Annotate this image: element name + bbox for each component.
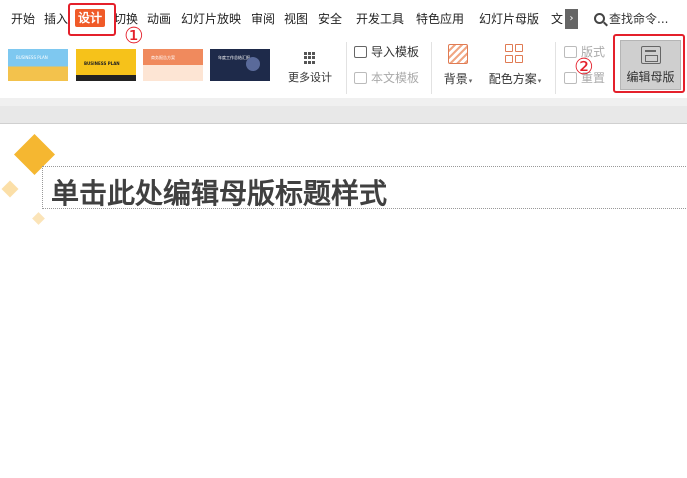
color-scheme-label: 配色方案 [488,72,537,86]
tab-security[interactable]: 安全 [318,11,342,27]
background-icon [448,44,468,64]
thumbnail-band [76,75,136,81]
tab-review[interactable]: 审阅 [251,11,275,27]
ribbon-divider [346,42,347,94]
import-template-button[interactable]: 导入模板 [354,44,419,60]
color-scheme-button[interactable]: 配色方案▾ [485,44,545,87]
tab-slide-master[interactable]: 幻灯片母版 [479,11,539,27]
highlight-edit-master [613,34,685,93]
design-thumbnail-4[interactable]: 年度工作总结汇报 [210,49,270,81]
title-placeholder-text[interactable]: 单击此处编辑母版标题样式 [51,176,387,212]
color-scheme-icon [505,44,525,64]
ribbon-divider [555,42,556,94]
ribbon-divider [431,42,432,94]
thumbnail-label: 商务报告方案 [151,55,175,60]
dropdown-caret-icon: ▾ [537,77,542,85]
step-2-marker: ② [574,55,594,80]
this-template-label: 本文模板 [371,71,420,85]
search-icon [594,13,605,24]
background-button[interactable]: 背景▾ [440,44,476,87]
dropdown-caret-icon: ▾ [468,77,473,85]
design-thumbnail-1[interactable]: BUSINESS PLAN [8,49,68,81]
ribbon-bottom-bar [0,98,687,106]
import-icon [354,46,367,58]
more-designs-label: 更多设计 [288,71,332,84]
background-label: 背景 [443,72,468,86]
search-placeholder: 查找命令... [609,12,669,26]
thumbnail-label: BUSINESS PLAN [84,61,120,66]
design-thumbnail-3[interactable]: 商务报告方案 [143,49,203,81]
tab-view[interactable]: 视图 [284,11,308,27]
grid-icon [304,52,316,64]
tab-home[interactable]: 开始 [11,11,35,27]
tab-special[interactable]: 特色应用 [416,11,464,27]
template-icon [354,72,367,84]
tab-developer[interactable]: 开发工具 [356,11,404,27]
thumbnail-label: 年度工作总结汇报 [218,55,250,60]
moon-icon [246,57,260,71]
tab-file[interactable]: 文 [551,11,563,27]
import-template-label: 导入模板 [371,45,420,59]
tab-insert[interactable]: 插入 [44,11,68,27]
workspace-top-band [0,106,687,124]
command-search[interactable]: 查找命令... [594,10,668,27]
tab-animation[interactable]: 动画 [147,11,171,27]
tabs-scroll-right-button[interactable]: › [565,9,578,29]
tab-slideshow[interactable]: 幻灯片放映 [181,11,241,27]
wps-presentation-window: 开始 插入 设计 切换 动画 幻灯片放映 审阅 视图 安全 开发工具 特色应用 … [0,0,687,478]
highlight-design-tab [68,3,116,36]
design-thumbnail-2[interactable]: BUSINESS PLAN [76,49,136,81]
step-1-marker: ① [124,24,144,49]
thumbnail-label: BUSINESS PLAN [16,55,48,60]
more-designs-button[interactable]: 更多设计 [282,50,338,90]
this-template-button[interactable]: 本文模板 [354,70,419,86]
